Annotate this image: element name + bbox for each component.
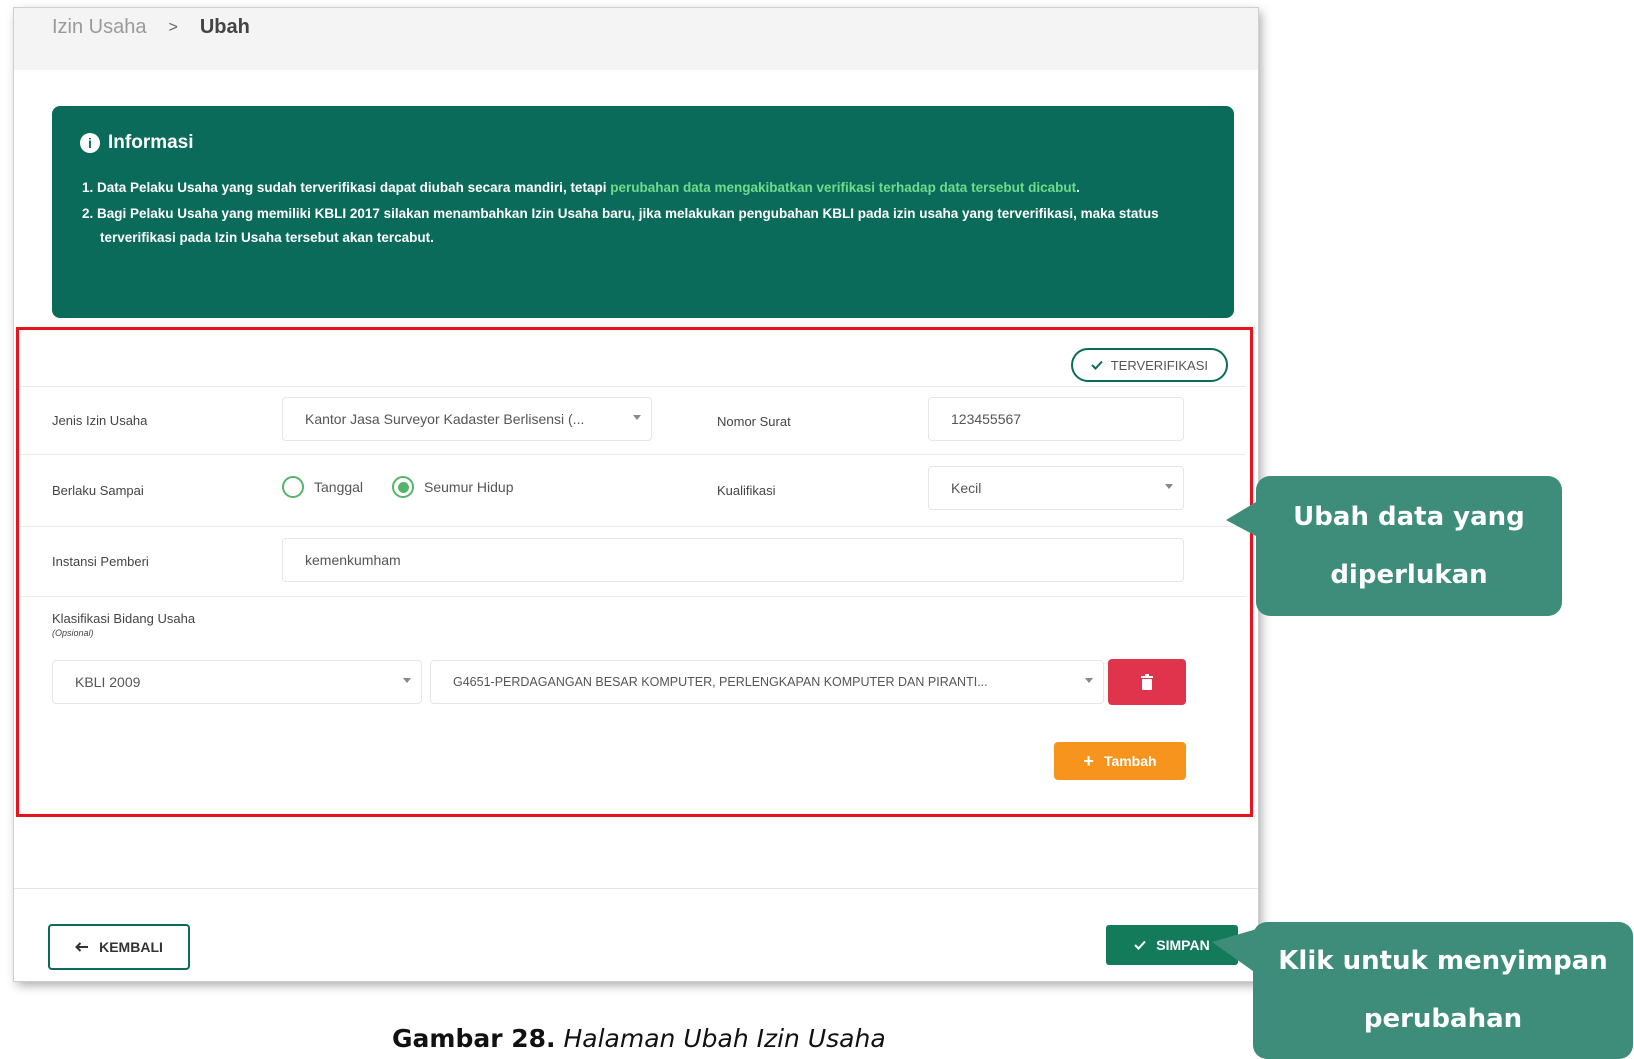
breadcrumb-parent[interactable]: Izin Usaha [52, 16, 147, 39]
chevron-down-icon [1165, 484, 1173, 489]
jenis-izin-select[interactable]: Kantor Jasa Surveyor Kadaster Berlisensi… [282, 397, 652, 441]
kbli-code-value: G4651-PERDAGANGAN BESAR KOMPUTER, PERLEN… [453, 675, 988, 689]
breadcrumb-separator-icon: > [168, 18, 178, 36]
radio-tanggal-label: Tanggal [314, 479, 364, 495]
plus-icon: + [1083, 750, 1094, 771]
kbli-code-select[interactable]: G4651-PERDAGANGAN BESAR KOMPUTER, PERLEN… [430, 660, 1104, 704]
info-line-1: 1. Data Pelaku Usaha yang sudah terverif… [80, 176, 1206, 200]
chevron-down-icon [403, 678, 411, 683]
back-button[interactable]: KEMBALI [48, 924, 190, 970]
instansi-pemberi-label: Instansi Pemberi [52, 554, 149, 569]
breadcrumb-bar: Izin Usaha > Ubah [14, 8, 1258, 70]
figure-caption: Gambar 28. Halaman Ubah Izin Usaha [392, 1024, 886, 1053]
radio-checked-icon [392, 476, 414, 498]
klasifikasi-label: Klasifikasi Bidang Usaha [52, 611, 196, 626]
instansi-pemberi-input[interactable]: kemenkumham [282, 538, 1184, 582]
caption-title: Halaman Ubah Izin Usaha [563, 1024, 886, 1053]
callout-edit-line-1: Ubah data yang [1293, 502, 1525, 532]
divider [14, 888, 1258, 889]
nomor-surat-label: Nomor Surat [717, 414, 791, 429]
info-line-1-highlight: perubahan data mengakibatkan verifikasi … [610, 180, 1077, 195]
radio-unchecked-icon [282, 476, 304, 498]
chevron-down-icon [1085, 678, 1093, 683]
instansi-pemberi-value: kemenkumham [305, 552, 401, 568]
divider [20, 526, 1246, 527]
callout-save: Klik untuk menyimpan perubahan [1253, 922, 1633, 1059]
callout-edit-line-2: diperlukan [1330, 560, 1488, 590]
trash-icon [1141, 674, 1153, 690]
jenis-izin-label: Jenis Izin Usaha [52, 413, 148, 428]
tambah-label: Tambah [1103, 753, 1157, 769]
info-panel: i Informasi 1. Data Pelaku Usaha yang su… [52, 106, 1234, 318]
save-label: SIMPAN [1156, 937, 1210, 953]
back-label: KEMBALI [99, 939, 163, 955]
status-badge: TERVERIFIKASI [1070, 348, 1228, 382]
callout-save-line-1: Klik untuk menyimpan [1278, 946, 1608, 976]
tambah-button[interactable]: + Tambah [1054, 742, 1186, 780]
kbli-version-value: KBLI 2009 [75, 674, 141, 690]
caption-number: Gambar 28. [392, 1024, 556, 1053]
info-line-1-suffix: . [1076, 180, 1080, 195]
info-title: i Informasi [80, 132, 1206, 154]
jenis-izin-value: Kantor Jasa Surveyor Kadaster Berlisensi… [305, 411, 585, 427]
divider [20, 596, 1246, 597]
breadcrumb: Izin Usaha > Ubah [52, 16, 250, 39]
app-window: Izin Usaha > Ubah i Informasi 1. Data Pe… [14, 8, 1258, 981]
info-line-1-prefix: 1. Data Pelaku Usaha yang sudah terverif… [82, 180, 611, 195]
divider [20, 454, 1246, 455]
edit-form: TERVERIFIKASI Jenis Izin Usaha Kantor Ja… [20, 330, 1246, 820]
radio-seumur-hidup-label: Seumur Hidup [424, 479, 514, 495]
radio-tanggal[interactable]: Tanggal [282, 476, 363, 498]
nomor-surat-input[interactable]: 123455567 [928, 397, 1184, 441]
status-badge-label: TERVERIFIKASI [1110, 357, 1208, 373]
check-icon [1134, 940, 1147, 950]
kualifikasi-select[interactable]: Kecil [928, 466, 1184, 510]
klasifikasi-optional: (Opsional) [52, 628, 94, 638]
check-icon [1090, 360, 1103, 370]
divider [20, 386, 1246, 387]
delete-kbli-button[interactable] [1108, 659, 1186, 705]
info-icon: i [80, 133, 100, 153]
info-title-text: Informasi [108, 132, 194, 153]
document-figure: Izin Usaha > Ubah i Informasi 1. Data Pe… [0, 0, 1634, 1059]
berlaku-sampai-label: Berlaku Sampai [52, 483, 144, 498]
nomor-surat-value: 123455567 [951, 411, 1022, 427]
arrow-left-icon [75, 942, 89, 952]
chevron-down-icon [633, 415, 641, 420]
callout-save-line-2: perubahan [1363, 1004, 1523, 1034]
breadcrumb-current: Ubah [199, 16, 250, 38]
kualifikasi-value: Kecil [951, 480, 982, 496]
radio-seumur-hidup[interactable]: Seumur Hidup [392, 476, 514, 498]
info-line-2: 2. Bagi Pelaku Usaha yang memiliki KBLI … [82, 206, 1159, 245]
callout-pointer-icon [1226, 502, 1256, 536]
kualifikasi-label: Kualifikasi [717, 483, 776, 498]
callout-edit: Ubah data yang diperlukan [1256, 476, 1562, 616]
kbli-version-select[interactable]: KBLI 2009 [52, 660, 422, 704]
